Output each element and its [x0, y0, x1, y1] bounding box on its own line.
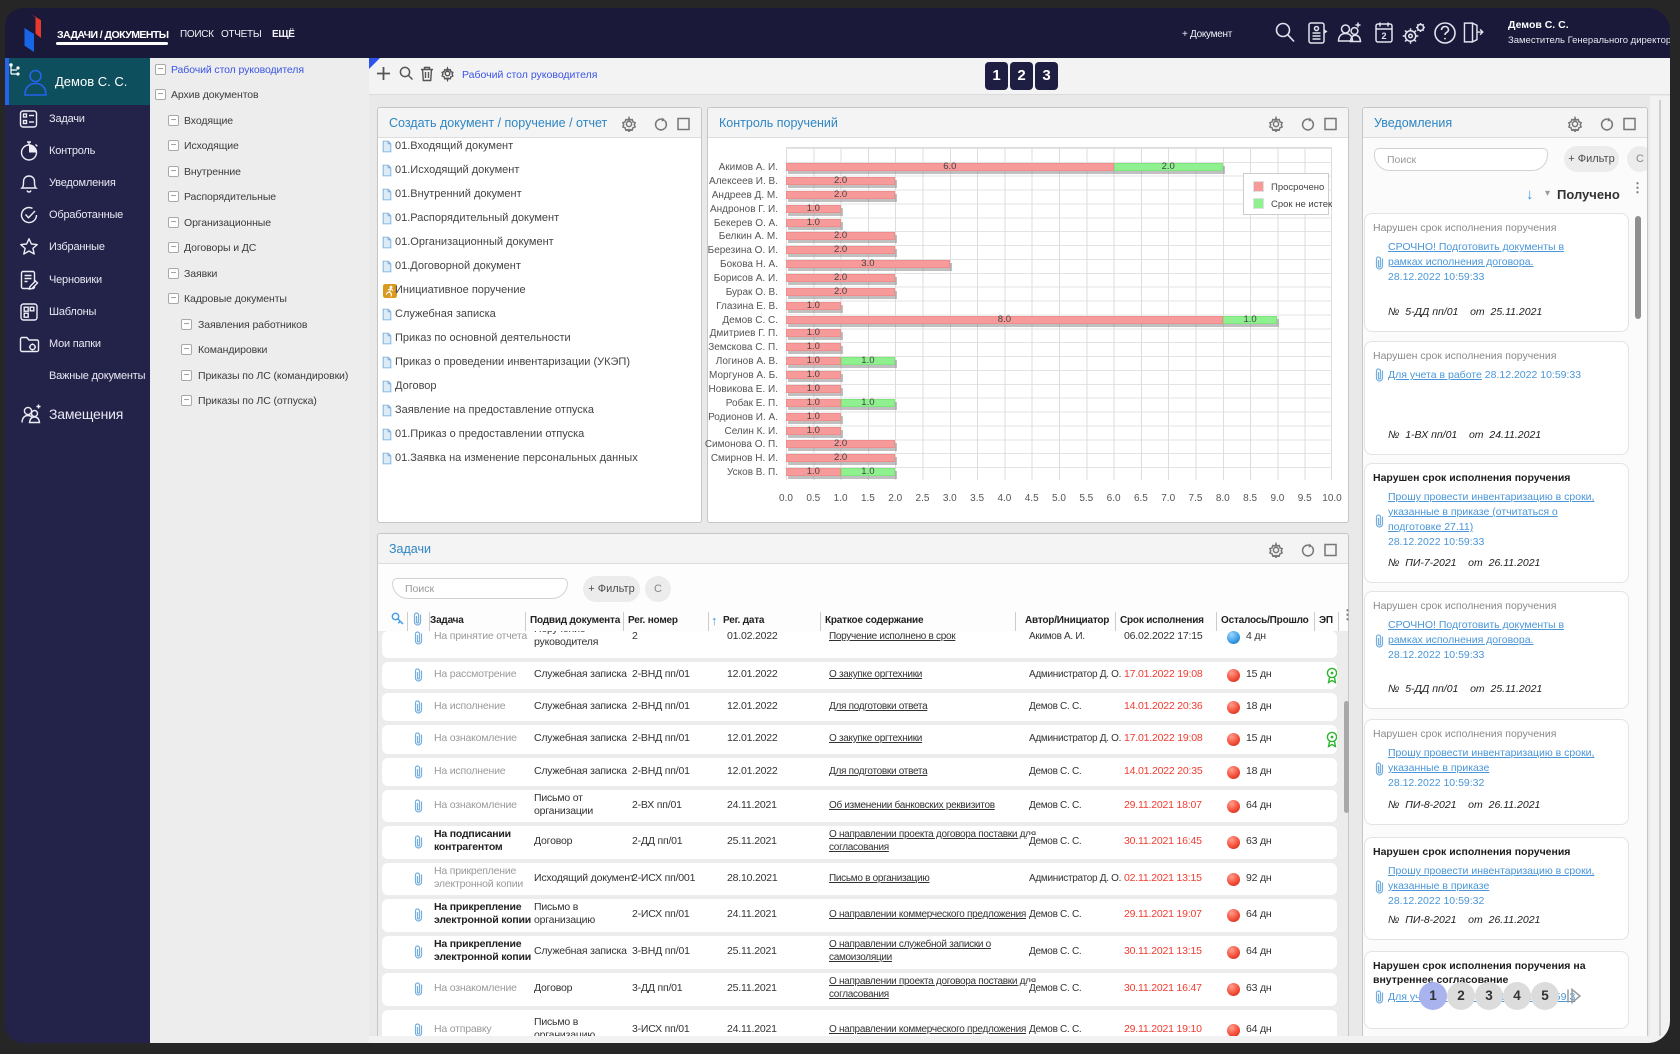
- svg-text:2: 2: [1381, 31, 1386, 41]
